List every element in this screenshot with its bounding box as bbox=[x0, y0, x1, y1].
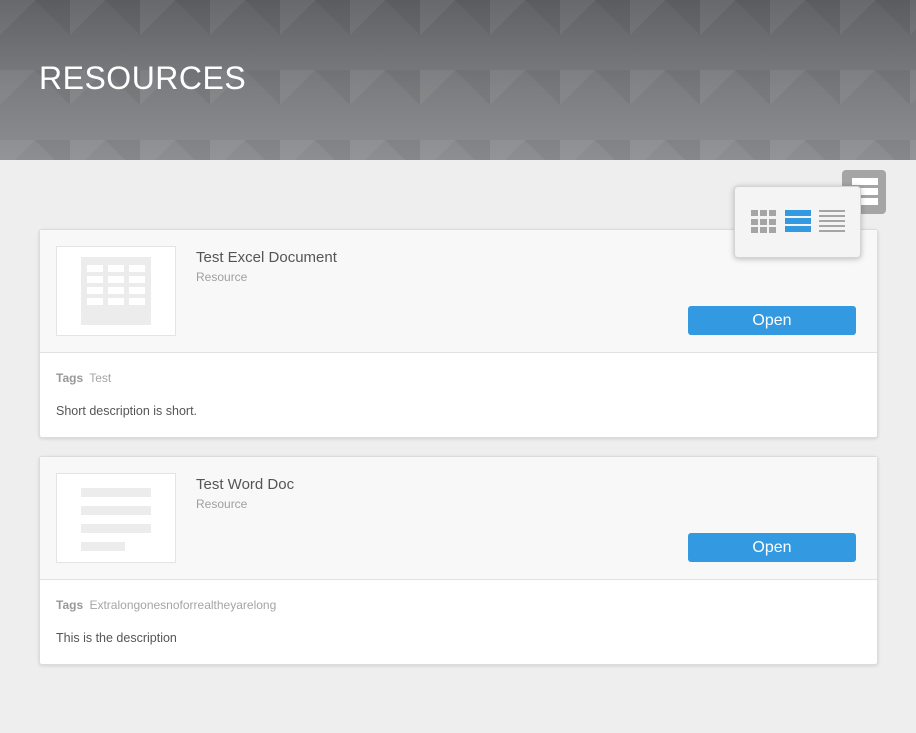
open-button[interactable]: Open bbox=[688, 533, 856, 562]
tags-row: Tags Test bbox=[56, 371, 111, 385]
tags-row: Tags Extralongonesnoforrealtheyarelong bbox=[56, 598, 276, 612]
list-view-icon[interactable] bbox=[785, 210, 811, 234]
document-icon bbox=[81, 488, 151, 560]
resource-type: Resource bbox=[196, 270, 248, 284]
view-options-popover bbox=[734, 186, 861, 258]
resource-title[interactable]: Test Excel Document bbox=[196, 249, 337, 266]
open-button[interactable]: Open bbox=[688, 306, 856, 335]
tag[interactable]: Test bbox=[89, 371, 111, 385]
resource-card-header: Test Word Doc Resource Open bbox=[40, 457, 877, 580]
spreadsheet-icon bbox=[81, 257, 151, 325]
tags-label: Tags bbox=[56, 598, 84, 612]
tag[interactable]: Extralongonesnoforrealtheyarelong bbox=[89, 598, 276, 612]
page-header: RESOURCES bbox=[0, 0, 916, 160]
compact-list-view-icon[interactable] bbox=[819, 210, 845, 234]
resource-description: This is the description bbox=[56, 631, 177, 645]
resource-title[interactable]: Test Word Doc bbox=[196, 476, 294, 493]
resource-card: Test Word Doc Resource Open Tags Extralo… bbox=[39, 456, 878, 665]
resource-thumbnail[interactable] bbox=[56, 473, 176, 563]
tags-label: Tags bbox=[56, 371, 84, 385]
resource-type: Resource bbox=[196, 497, 248, 511]
resource-card-body: Tags Extralongonesnoforrealtheyarelong T… bbox=[40, 580, 877, 664]
resource-description: Short description is short. bbox=[56, 404, 198, 418]
grid-view-icon[interactable] bbox=[751, 210, 777, 234]
page-title: RESOURCES bbox=[39, 60, 247, 96]
resource-card: Test Excel Document Resource Open Tags T… bbox=[39, 229, 878, 438]
resource-thumbnail[interactable] bbox=[56, 246, 176, 336]
resource-card-body: Tags Test Short description is short. bbox=[40, 353, 877, 437]
